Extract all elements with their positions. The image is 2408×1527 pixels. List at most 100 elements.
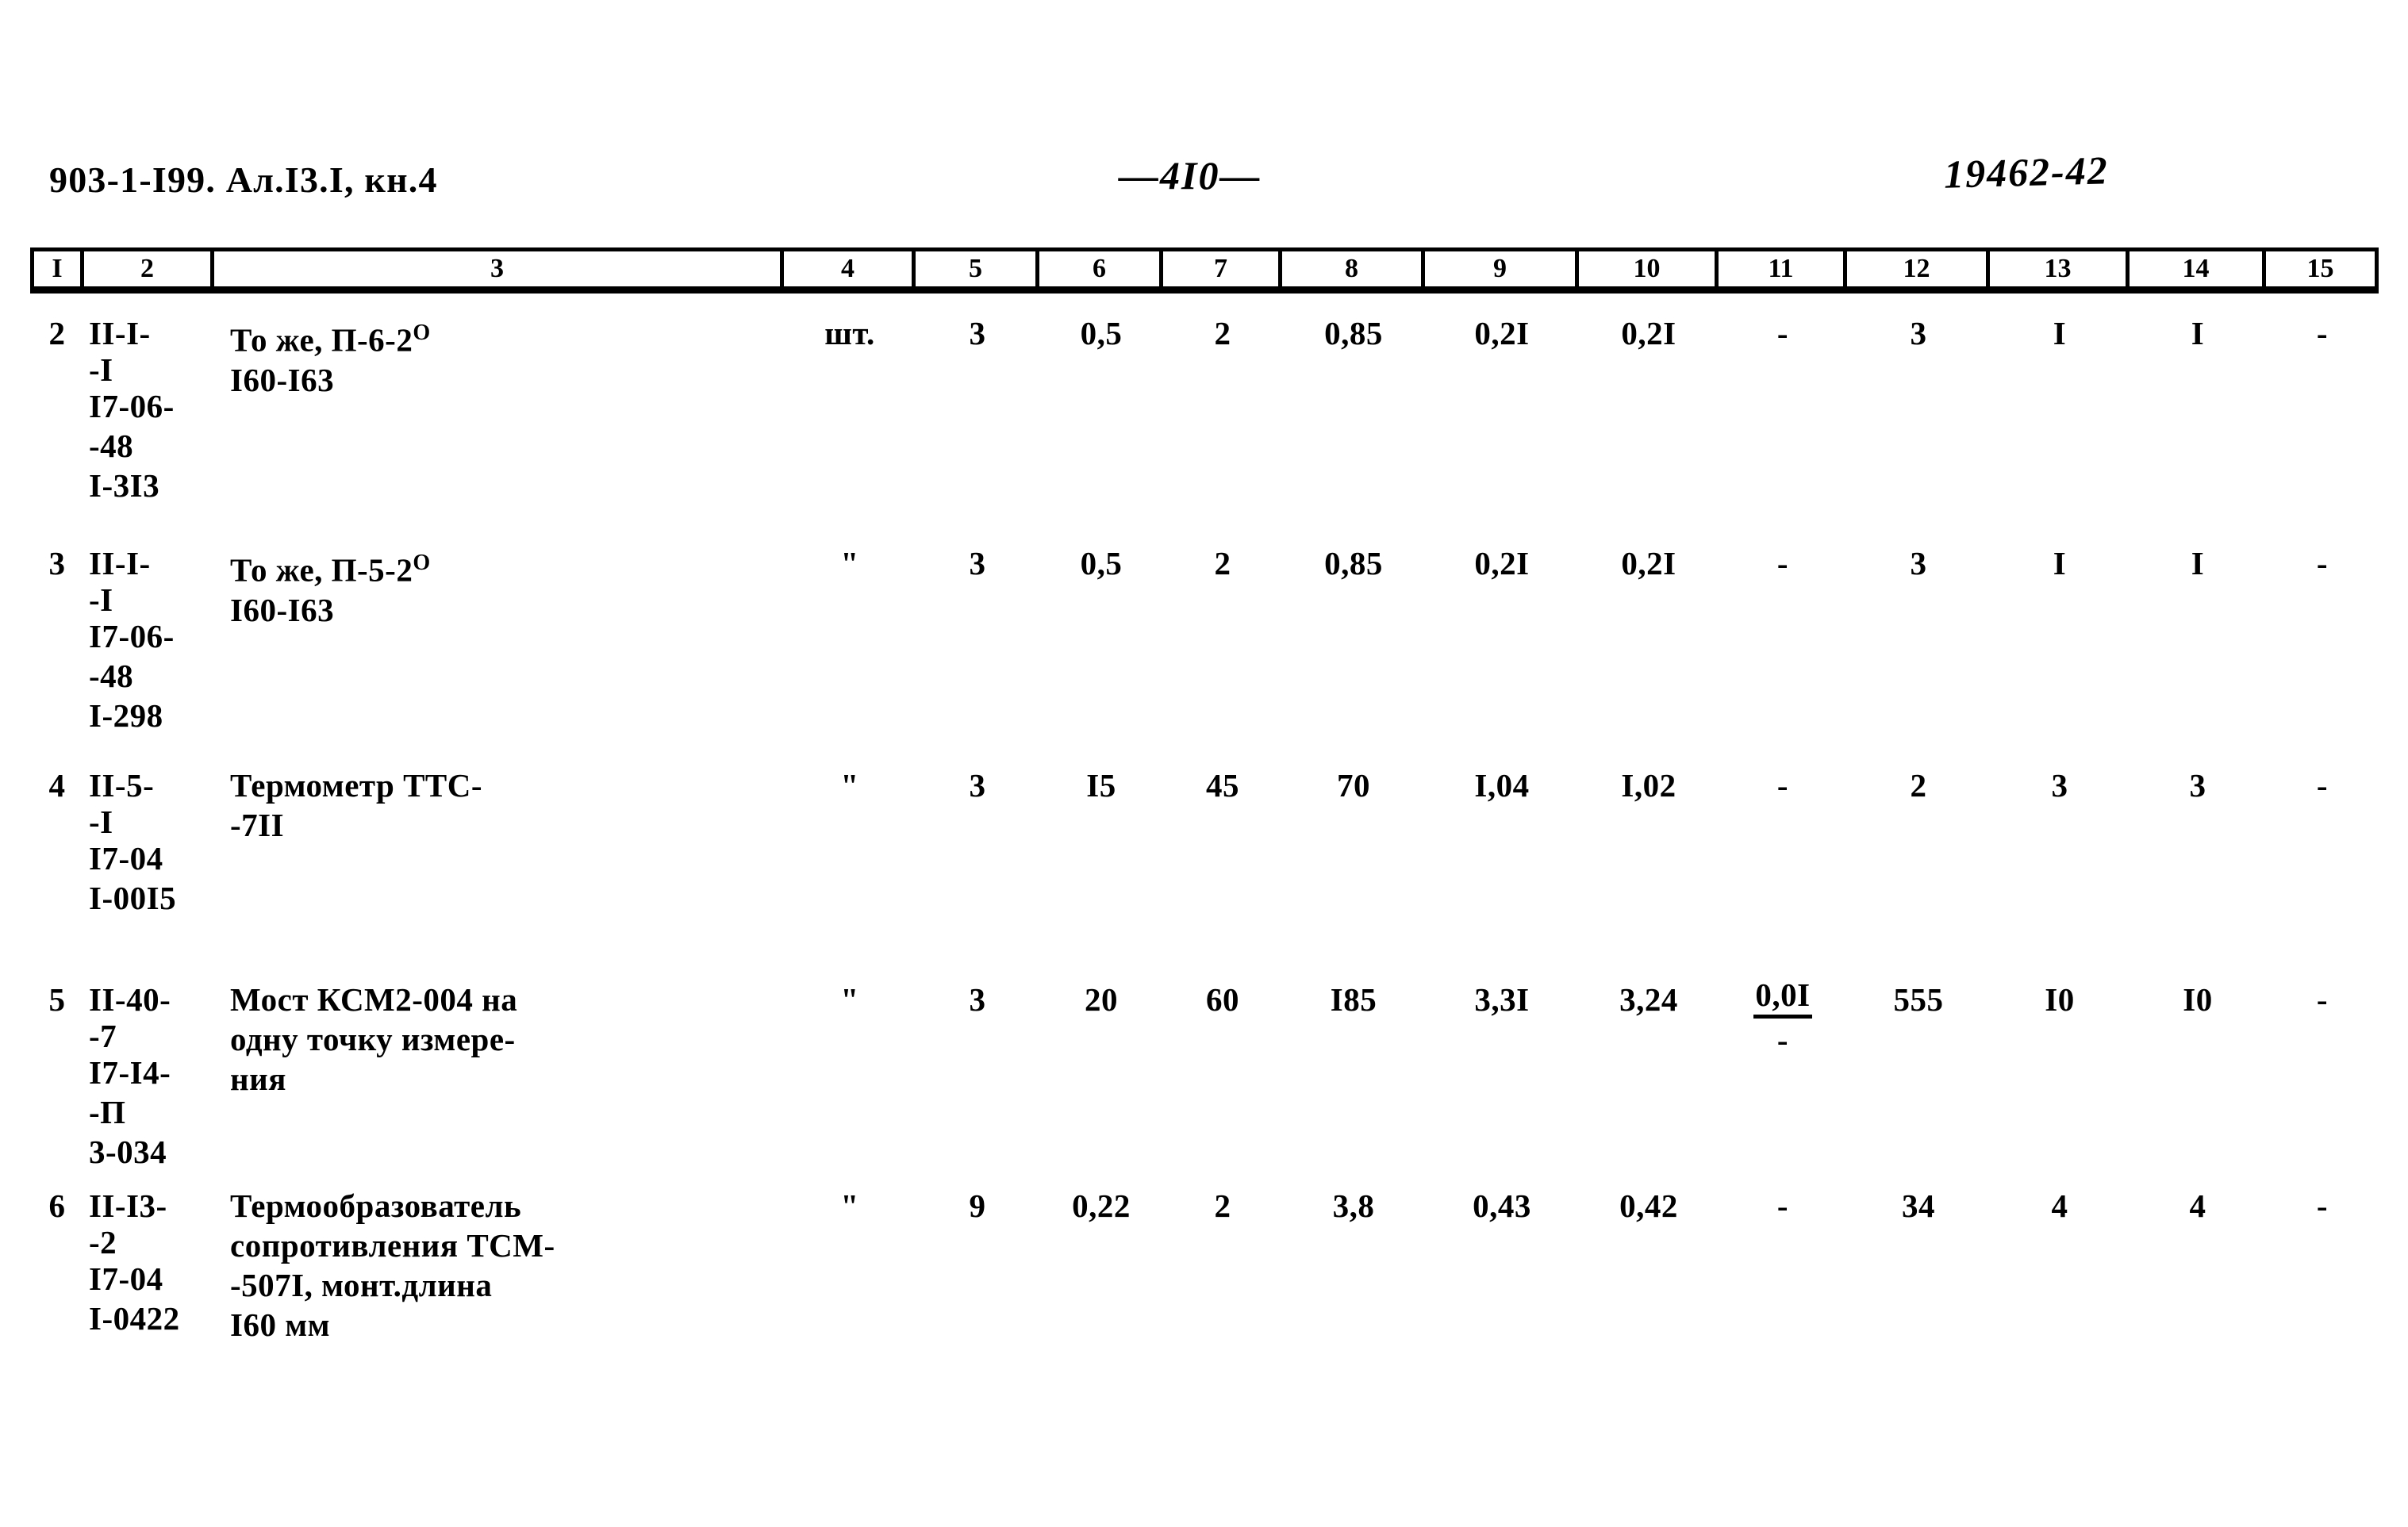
column-header-2: 2 xyxy=(84,251,214,286)
item-code-line: I-298 xyxy=(89,697,163,734)
item-description-line: -7II xyxy=(230,807,285,843)
item-description: Термометр ТТС- -7II xyxy=(230,765,808,845)
item-code-line: 3-034 xyxy=(89,1134,167,1170)
item-code-line: II-I- xyxy=(89,545,151,581)
item-description-line: сопротивления ТСМ- xyxy=(230,1227,555,1264)
column-header-3: 3 xyxy=(214,251,784,286)
item-code-line: -48 xyxy=(89,658,134,694)
value-col-5: 9 xyxy=(969,1187,986,1224)
item-description-line: Мост КСМ2-004 на xyxy=(230,981,518,1018)
column-header-6: 6 xyxy=(1039,251,1163,286)
item-code: II-I3- -2 I7-04 I-0422 xyxy=(89,1186,251,1338)
value-col-15: - xyxy=(2316,545,2329,581)
value-col-13: I0 xyxy=(2045,981,2075,1018)
value-col-14: I0 xyxy=(2183,981,2213,1018)
item-description-line: Термообразователь xyxy=(230,1187,522,1224)
value-col-10: 0,2I xyxy=(1621,315,1676,351)
item-description-line: То же, П-5-2O xyxy=(230,551,431,589)
value-col-7: 2 xyxy=(1214,315,1231,351)
column-header-15: 15 xyxy=(2266,251,2379,286)
item-code-line: -I xyxy=(89,351,113,388)
item-code-line: II-I- xyxy=(89,315,151,351)
row-number: 2 xyxy=(48,315,66,351)
value-col-5: 3 xyxy=(969,545,986,581)
value-col-9: 3,3I xyxy=(1474,981,1530,1018)
fraction-numerator: 0,0I xyxy=(1753,976,1812,1019)
column-header-12: 12 xyxy=(1847,251,1990,286)
value-col-13: 3 xyxy=(2051,767,2068,804)
item-description-line: То же, П-6-2O xyxy=(230,320,431,359)
value-col-5: 3 xyxy=(969,981,986,1018)
item-code-line: II-5- xyxy=(89,767,155,804)
page-number: —4I0— xyxy=(1119,153,1262,198)
value-col-10: 0,2I xyxy=(1621,545,1676,581)
column-header-11: 11 xyxy=(1719,251,1847,286)
column-header-14: 14 xyxy=(2130,251,2266,286)
unit-of-measure: " xyxy=(840,981,859,1018)
item-code-line: -2 xyxy=(89,1224,117,1260)
value-col-6: 0,5 xyxy=(1080,315,1123,351)
item-code-line: -48 xyxy=(89,428,134,464)
unit-of-measure: " xyxy=(840,1187,859,1224)
value-col-9: 0,43 xyxy=(1473,1187,1531,1224)
degree-symbol: O xyxy=(413,551,431,575)
value-col-7: 45 xyxy=(1206,767,1239,804)
degree-symbol: O xyxy=(413,320,431,345)
value-col-7: 2 xyxy=(1214,545,1231,581)
item-description: Мост КСМ2-004 на одну точку измере-ния xyxy=(230,980,808,1099)
column-header-I: I xyxy=(30,251,84,286)
value-col-8: I85 xyxy=(1330,981,1377,1018)
document-page: 903-1-I99. Ал.I3.I, кн.4 —4I0— 19462-42 … xyxy=(0,0,2408,1527)
item-description-line: I60-I63 xyxy=(230,361,335,398)
item-code-line: I-00I5 xyxy=(89,880,177,916)
unit-of-measure: " xyxy=(840,767,859,804)
item-description-line: I60-I63 xyxy=(230,591,335,628)
value-col-9: I,04 xyxy=(1474,767,1530,804)
value-col-11: - xyxy=(1776,315,1789,351)
value-col-11: - xyxy=(1776,1187,1789,1224)
value-col-9: 0,2I xyxy=(1474,545,1530,581)
value-col-12: 555 xyxy=(1893,981,1944,1018)
value-col-12: 3 xyxy=(1910,315,1927,351)
value-col-14: 4 xyxy=(2189,1187,2206,1224)
item-description: То же, П-6-2O I60-I63 xyxy=(230,313,808,400)
value-col-13: I xyxy=(2053,545,2067,581)
row-number: 5 xyxy=(48,981,66,1018)
value-col-15: - xyxy=(2316,767,2329,804)
item-code-line: I7-I4- xyxy=(89,1054,171,1091)
value-col-12: 34 xyxy=(1902,1187,1935,1224)
value-col-8: 70 xyxy=(1337,767,1370,804)
value-col-5: 3 xyxy=(969,767,986,804)
table-column-header-row: I 2 3 4 5 6 7 8 9 10 11 12 13 14 15 xyxy=(30,247,2379,294)
value-col-11: - xyxy=(1776,767,1789,804)
item-code-line: I7-04 xyxy=(89,840,163,877)
column-header-13: 13 xyxy=(1990,251,2130,286)
value-col-10: I,02 xyxy=(1621,767,1676,804)
item-code-line: I-0422 xyxy=(89,1300,180,1337)
value-col-13: 4 xyxy=(2051,1187,2068,1224)
column-header-7: 7 xyxy=(1163,251,1282,286)
item-description-line: ния xyxy=(230,1061,286,1097)
value-col-12: 3 xyxy=(1910,545,1927,581)
value-col-14: I xyxy=(2191,315,2205,351)
column-header-9: 9 xyxy=(1425,251,1579,286)
value-col-6: I5 xyxy=(1086,767,1116,804)
item-code-line: I-3I3 xyxy=(89,467,160,504)
value-col-5: 3 xyxy=(969,315,986,351)
item-code-line: I7-04 xyxy=(89,1260,163,1297)
row-number: 6 xyxy=(48,1187,66,1224)
item-description-line: одну точку измере- xyxy=(230,1021,516,1057)
value-col-13: I xyxy=(2053,315,2067,351)
value-col-6: 0,22 xyxy=(1072,1187,1131,1224)
item-code: II-I- -I I7-06- -48 I-3I3 xyxy=(89,313,251,505)
item-code: II-40- -7 I7-I4- -П 3-034 xyxy=(89,980,251,1172)
item-code: II-I- -I I7-06- -48 I-298 xyxy=(89,543,251,735)
value-col-15: - xyxy=(2316,981,2329,1018)
value-col-15: - xyxy=(2316,1187,2329,1224)
column-header-8: 8 xyxy=(1282,251,1425,286)
item-code-line: -I xyxy=(89,581,113,618)
item-code-line: I7-06- xyxy=(89,388,175,424)
value-col-10: 3,24 xyxy=(1619,981,1678,1018)
item-code-line: II-I3- xyxy=(89,1187,167,1224)
value-col-11: - xyxy=(1776,545,1789,581)
